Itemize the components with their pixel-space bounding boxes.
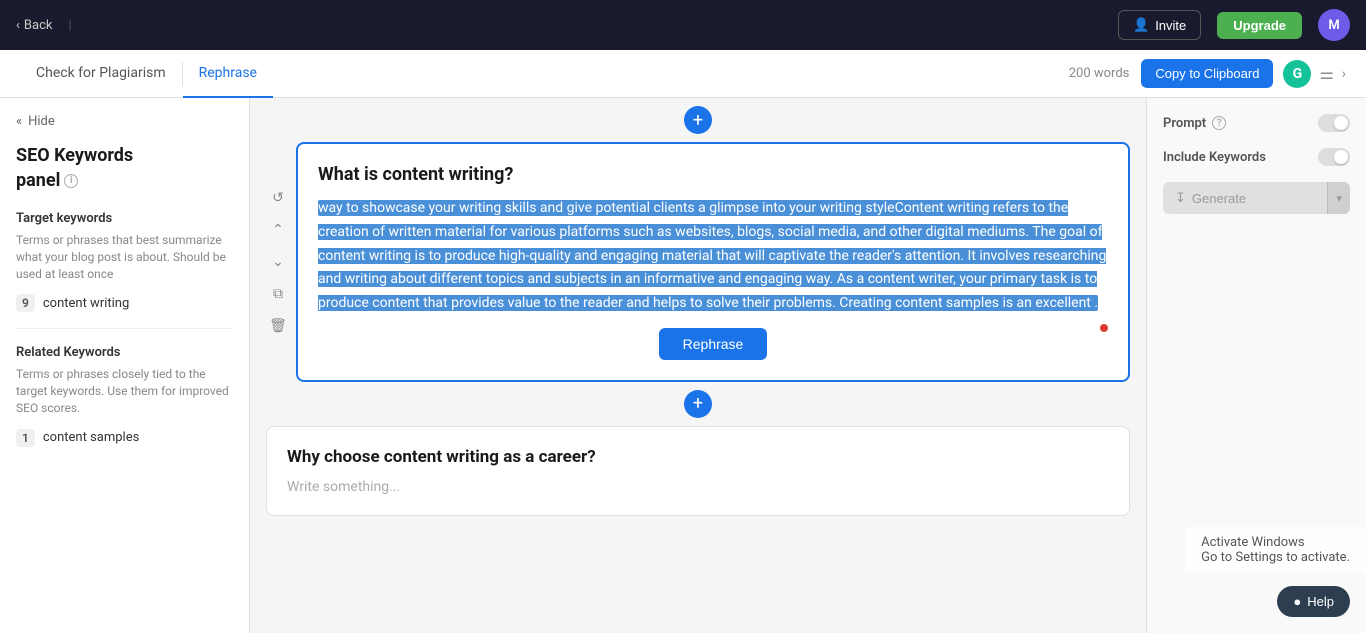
prompt-toggle[interactable] — [1318, 114, 1350, 132]
second-navigation: Check for Plagiarism Rephrase 200 words … — [0, 50, 1366, 98]
grammarly-icon[interactable]: G — [1283, 60, 1311, 88]
keywords-toggle[interactable] — [1318, 148, 1350, 166]
generate-icon: ↧ — [1175, 190, 1186, 206]
related-keywords-title: Related Keywords — [16, 345, 233, 360]
keywords-label-text: Include Keywords — [1163, 150, 1266, 165]
generate-dropdown-button[interactable]: ▾ — [1327, 182, 1350, 214]
chevron-up-icon[interactable]: ⌃ — [266, 218, 290, 242]
target-keywords-title: Target keywords — [16, 211, 233, 226]
content-block-2[interactable]: Why choose content writing as a career? … — [266, 426, 1130, 516]
tab-rephrase[interactable]: Rephrase — [183, 50, 273, 98]
help-circle-icon: ● — [1293, 594, 1301, 609]
collapse-arrow-icon[interactable]: › — [1342, 66, 1346, 82]
user-avatar[interactable]: M — [1318, 9, 1350, 41]
prompt-info-icon[interactable]: ? — [1212, 116, 1226, 130]
generate-button[interactable]: ↧ Generate — [1163, 182, 1327, 214]
main-layout: « Hide SEO Keywords panel i Target keywo… — [0, 98, 1366, 633]
right-panel: Prompt ? Include Keywords ↧ Generate ▾ — [1146, 98, 1366, 633]
error-indicator — [1100, 324, 1108, 332]
block-1-title: What is content writing? — [318, 164, 1108, 185]
block-2-title: Why choose content writing as a career? — [287, 447, 1109, 467]
info-icon[interactable]: i — [64, 174, 78, 188]
nav-divider: | — [68, 18, 71, 33]
help-button[interactable]: ● Help — [1277, 586, 1350, 617]
sidebar-title-line1: SEO Keywords — [16, 145, 233, 166]
back-label: Back — [24, 18, 53, 33]
toggle-knob — [1334, 116, 1348, 130]
back-arrow-icon: ‹ — [16, 18, 20, 33]
keywords-label: Include Keywords — [1163, 148, 1350, 166]
seo-keywords-sidebar: « Hide SEO Keywords panel i Target keywo… — [0, 98, 250, 633]
upgrade-button[interactable]: Upgrade — [1217, 12, 1302, 39]
rephrase-button[interactable]: Rephrase — [659, 328, 768, 360]
highlighted-text: way to showcase your writing skills and … — [318, 200, 1106, 311]
generate-btn-wrapper: ↧ Generate ▾ — [1163, 182, 1350, 214]
word-count: 200 words — [1069, 66, 1130, 81]
write-placeholder[interactable]: Write something... — [287, 479, 1109, 495]
hide-label: Hide — [28, 114, 55, 129]
copy-block-icon[interactable]: ⧉ — [266, 282, 290, 306]
target-keyword-text: content writing — [43, 296, 129, 311]
undo-button[interactable]: ↺ — [266, 186, 290, 210]
related-keywords-desc: Terms or phrases closely tied to the tar… — [16, 366, 233, 416]
add-block-middle-button[interactable]: + — [684, 390, 712, 418]
target-keyword-count: 9 — [16, 294, 35, 312]
generate-label: Generate — [1192, 191, 1246, 206]
rephrase-btn-container: Rephrase — [318, 328, 1108, 360]
block-1-text[interactable]: way to showcase your writing skills and … — [318, 197, 1108, 316]
chevron-down-icon[interactable]: ⌄ — [266, 250, 290, 274]
top-navigation: ‹ Back | 👤 Invite Upgrade M — [0, 0, 1366, 50]
settings-icon[interactable]: ⚌ — [1319, 64, 1333, 83]
prompt-label: Prompt ? — [1163, 114, 1350, 132]
copy-to-clipboard-button[interactable]: Copy to Clipboard — [1141, 59, 1273, 88]
invite-button[interactable]: 👤 Invite — [1118, 10, 1201, 40]
sidebar-title-text: panel — [16, 170, 60, 191]
prompt-label-text: Prompt — [1163, 116, 1206, 131]
target-keyword-item: 9 content writing — [16, 294, 233, 312]
hide-arrows-icon: « — [16, 114, 22, 129]
sidebar-divider — [16, 328, 233, 329]
hide-sidebar-button[interactable]: « Hide — [16, 114, 233, 129]
sidebar-title-line2: panel i — [16, 170, 233, 191]
related-keyword-text: content samples — [43, 430, 139, 445]
prompt-section: Prompt ? — [1163, 114, 1350, 132]
related-keyword-count: 1 — [16, 429, 35, 447]
user-icon: 👤 — [1133, 17, 1149, 33]
related-keyword-item: 1 content samples — [16, 429, 233, 447]
add-block-top-button[interactable]: + — [684, 106, 712, 134]
main-content-area: + ↺ ⌃ ⌄ ⧉ 🗑 What is content writing? way… — [250, 98, 1146, 633]
target-keywords-desc: Terms or phrases that best summarize wha… — [16, 232, 233, 282]
keywords-toggle-knob — [1334, 150, 1348, 164]
tab-plagiarism[interactable]: Check for Plagiarism — [20, 50, 182, 98]
keywords-section: Include Keywords — [1163, 148, 1350, 166]
back-button[interactable]: ‹ Back — [16, 18, 52, 33]
help-label: Help — [1307, 594, 1334, 609]
delete-block-icon[interactable]: 🗑 — [266, 314, 290, 338]
invite-label: Invite — [1155, 18, 1186, 33]
content-block-1[interactable]: What is content writing? way to showcase… — [296, 142, 1130, 382]
